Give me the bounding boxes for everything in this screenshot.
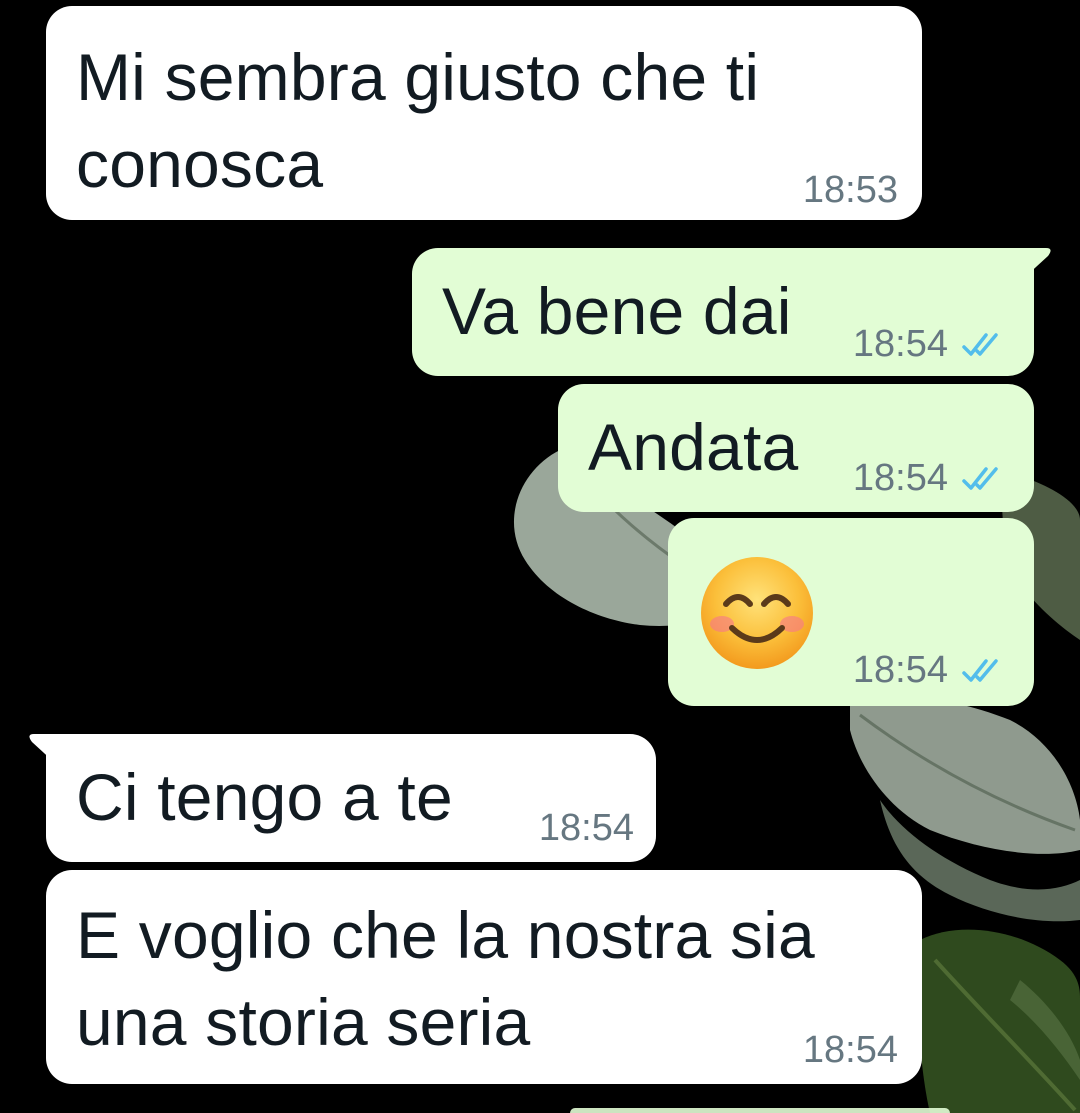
message-line: una storia seria <box>76 985 531 1059</box>
message-text: Andata <box>588 404 798 491</box>
message-text: Va bene dai <box>442 268 792 355</box>
message-bubble-outgoing[interactable]: 18:54 <box>668 518 1034 706</box>
message-bubble-outgoing[interactable]: Andata 18:54 <box>558 384 1034 512</box>
message-bubble-incoming[interactable]: E voglio che la nostra sia una storia se… <box>46 870 922 1084</box>
double-check-icon <box>962 333 998 356</box>
message-meta: 18:54 <box>853 458 1006 498</box>
message-line: Mi sembra giusto che ti <box>76 40 760 114</box>
double-check-icon <box>962 467 998 490</box>
bubble-tail <box>1024 248 1051 278</box>
smiling-face-emoji <box>701 557 813 669</box>
message-timestamp: 18:54 <box>802 1029 898 1071</box>
message-timestamp: 18:54 <box>852 323 948 365</box>
message-meta: 18:54 <box>853 650 1006 690</box>
message-text: Ci tengo a te <box>76 754 453 841</box>
message-line: Va bene dai <box>442 274 792 348</box>
message-line: Ci tengo a te <box>76 760 453 834</box>
message-meta: 18:54 <box>803 1030 898 1070</box>
message-line: E voglio che la nostra sia <box>76 898 815 972</box>
message-timestamp: 18:54 <box>538 807 634 849</box>
chat-screen: Mi sembra giusto che ti conosca 18:53 Va… <box>0 0 1080 1113</box>
message-meta: 18:53 <box>803 170 898 210</box>
message-line: conosca <box>76 127 324 201</box>
message-line: Andata <box>588 410 799 484</box>
message-timestamp: 18:53 <box>802 169 898 211</box>
message-meta: 18:54 <box>539 808 634 848</box>
bubble-tail <box>29 734 56 764</box>
message-timestamp: 18:54 <box>852 649 948 691</box>
message-bubble-outgoing[interactable]: Va bene dai 18:54 <box>412 248 1051 376</box>
message-bubble-incoming[interactable]: Mi sembra giusto che ti conosca 18:53 <box>46 6 922 220</box>
message-bubble-incoming[interactable]: Ci tengo a te 18:54 <box>29 734 656 862</box>
message-meta: 18:54 <box>853 324 1006 364</box>
message-timestamp: 18:54 <box>852 457 948 499</box>
double-check-icon <box>962 659 998 682</box>
message-text: Mi sembra giusto che ti conosca <box>76 34 759 208</box>
message-text: E voglio che la nostra sia una storia se… <box>76 892 815 1066</box>
